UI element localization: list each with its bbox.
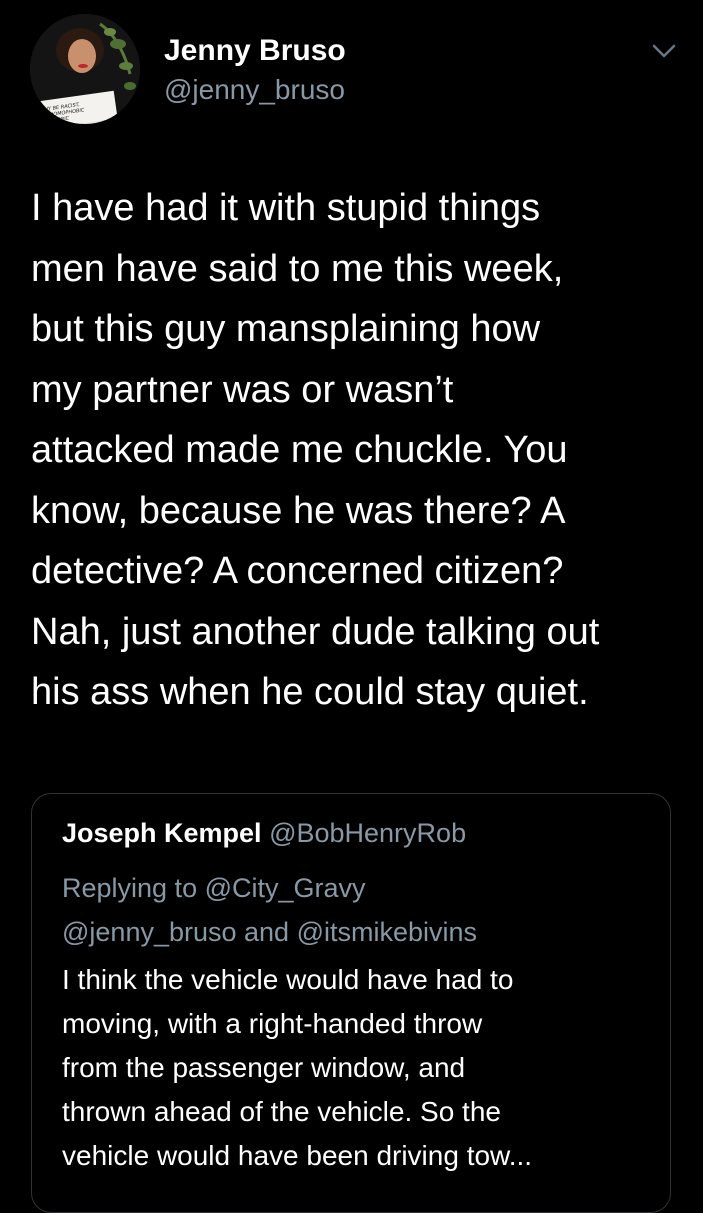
tweet-text-line: but this guy mansplaining how	[31, 308, 541, 350]
quoted-tweet-text: I think the vehicle would have had to mo…	[62, 958, 532, 1178]
tweet-text-line: men have said to me this week,	[31, 247, 564, 290]
tweet-text-line: detective? A concerned citizen?	[31, 550, 564, 592]
quoted-text-line: I think the vehicle would have had to	[62, 964, 514, 995]
author-avatar[interactable]: WHY BE RACIST, ...T HOMOPHOBIC ...ORHOBI…	[30, 14, 140, 124]
quoted-text-line: thrown ahead of the vehicle. So the	[62, 1096, 501, 1127]
replying-to-line[interactable]: @jenny_bruso and @itsmikebivins	[62, 910, 477, 954]
quoted-tweet-header: Joseph Kempel @BobHenryRob	[62, 818, 466, 849]
tweet-text: I have had it with stupid things men hav…	[31, 178, 691, 723]
chevron-down-icon	[652, 44, 676, 58]
tweet-menu-button[interactable]	[646, 36, 682, 66]
tweet-text-line: I have had it with stupid things	[31, 187, 541, 229]
quoted-text-line: moving, with a right-handed throw	[62, 1008, 483, 1039]
replying-to-line[interactable]: Replying to @City_Gravy	[62, 866, 477, 910]
quoted-author-handle[interactable]: @BobHenryRob	[269, 818, 466, 848]
tweet-text-line: his ass when he could stay quiet.	[31, 671, 589, 713]
quoted-text-line: from the passenger window, and	[62, 1052, 466, 1083]
tweet-text-line: attacked made me chuckle. You	[31, 429, 568, 471]
replying-to: Replying to @City_Gravy @jenny_bruso and…	[62, 866, 477, 954]
quoted-author-name[interactable]: Joseph Kempel	[62, 818, 262, 848]
tweet-text-line: know, because he was there? A	[31, 489, 566, 532]
tweet-text-line: Nah, just another dude talking out	[31, 610, 600, 653]
quoted-text-line: vehicle would have been driving tow...	[62, 1140, 533, 1171]
tweet: WHY BE RACIST, ...T HOMOPHOBIC ...ORHOBI…	[0, 0, 703, 1213]
tweet-text-line: my partner was or wasn’t	[31, 368, 454, 411]
author-handle[interactable]: @jenny_bruso	[164, 74, 345, 106]
quoted-tweet-card[interactable]: Joseph Kempel @BobHenryRob Replying to @…	[31, 793, 671, 1213]
author-display-name[interactable]: Jenny Bruso	[164, 34, 346, 68]
